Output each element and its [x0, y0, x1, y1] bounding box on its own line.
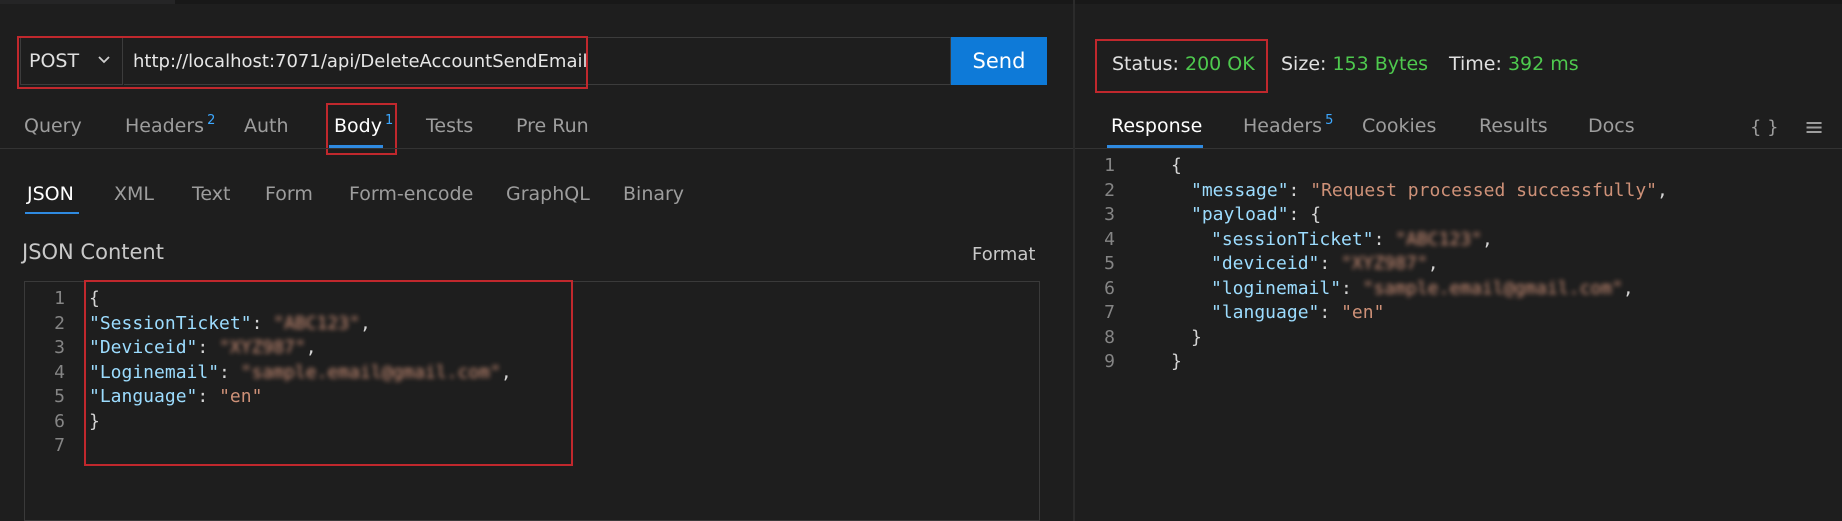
method-select[interactable]: POST: [20, 37, 123, 85]
json-value: "Request processed successfully": [1310, 179, 1658, 201]
response-headers-count-badge: 5: [1325, 113, 1334, 128]
tab-body[interactable]: Body 1: [334, 113, 394, 137]
json-key: "language": [1211, 302, 1320, 323]
chevron-down-icon: [98, 56, 110, 64]
json-value: "sample.email@gmail.com": [240, 361, 501, 383]
subtab-json-underline: [25, 212, 79, 214]
line-number: 9: [1104, 351, 1115, 372]
line-number: 7: [54, 435, 65, 456]
size-value: 153 Bytes: [1332, 53, 1429, 75]
tab-headers[interactable]: Headers 2: [125, 113, 216, 137]
send-button[interactable]: Send: [951, 37, 1047, 85]
url-value: http://localhost:7071/api/DeleteAccountS…: [133, 50, 588, 72]
json-value: "XYZ987": [1341, 253, 1428, 274]
json-value: "en": [219, 386, 263, 407]
headers-count-badge: 2: [207, 113, 216, 128]
body-count-badge: 1: [384, 113, 394, 128]
editor-tab-marker: [0, 0, 175, 4]
time-value: 392 ms: [1507, 53, 1579, 75]
json-key: "payload": [1191, 204, 1289, 225]
url-input[interactable]: http://localhost:7071/api/DeleteAccountS…: [124, 37, 951, 85]
tab-docs[interactable]: Docs: [1588, 115, 1635, 137]
request-body-editor[interactable]: 1{2 "SessionTicket": "ABC123", 3 "Deviceid"…: [24, 281, 1040, 521]
window-top-strip: [0, 0, 1842, 4]
json-value: "ABC123": [273, 312, 360, 334]
tab-tests[interactable]: Tests: [426, 115, 473, 137]
format-button[interactable]: Format: [972, 244, 1035, 265]
json-content-title: JSON Content: [22, 240, 164, 264]
json-value: "XYZ987": [219, 337, 306, 358]
braces-icon[interactable]: { }: [1750, 117, 1779, 138]
subtab-text[interactable]: Text: [192, 183, 230, 205]
code-line: 7: [25, 432, 1039, 461]
subtab-binary[interactable]: Binary: [623, 183, 684, 205]
method-value: POST: [29, 50, 80, 72]
tab-pre-run[interactable]: Pre Run: [516, 115, 589, 137]
tab-response-headers[interactable]: Headers 5: [1243, 113, 1334, 137]
json-key: "Loginemail": [89, 361, 220, 383]
code-line: 9}: [1075, 348, 1842, 377]
response-status: Status: 200 OK: [1112, 53, 1255, 75]
code-text: }: [1171, 351, 1182, 372]
subtab-form[interactable]: Form: [265, 183, 313, 205]
subtab-graphql[interactable]: GraphQL: [506, 183, 590, 205]
menu-icon[interactable]: ≡: [1804, 113, 1824, 141]
json-value: "ABC123": [1395, 228, 1482, 250]
tab-results[interactable]: Results: [1479, 115, 1548, 137]
status-value: 200 OK: [1185, 53, 1255, 75]
json-key: "sessionTicket": [1211, 228, 1374, 250]
json-key: "Language": [89, 386, 198, 407]
response-body-viewer[interactable]: 1{2 "message": "Request processed success…: [1075, 148, 1842, 521]
json-key: "SessionTicket": [89, 312, 252, 334]
subtab-form-encode[interactable]: Form-encode: [349, 183, 473, 205]
response-size: Size: 153 Bytes: [1281, 53, 1429, 75]
json-value: "sample.email@gmail.com": [1362, 277, 1623, 299]
json-key: "loginemail": [1211, 277, 1342, 299]
tab-query[interactable]: Query: [24, 115, 82, 137]
subtab-xml[interactable]: XML: [114, 183, 154, 205]
json-key: "deviceid": [1211, 253, 1320, 274]
tab-cookies[interactable]: Cookies: [1362, 115, 1436, 137]
tabs-divider: [0, 148, 1073, 149]
json-key: "message": [1191, 179, 1289, 201]
json-key: "Deviceid": [89, 337, 198, 358]
tab-response[interactable]: Response: [1111, 115, 1202, 137]
response-time: Time: 392 ms: [1449, 53, 1579, 75]
subtab-json[interactable]: JSON: [27, 183, 74, 205]
tab-auth[interactable]: Auth: [244, 115, 289, 137]
json-value: "en": [1341, 302, 1385, 323]
